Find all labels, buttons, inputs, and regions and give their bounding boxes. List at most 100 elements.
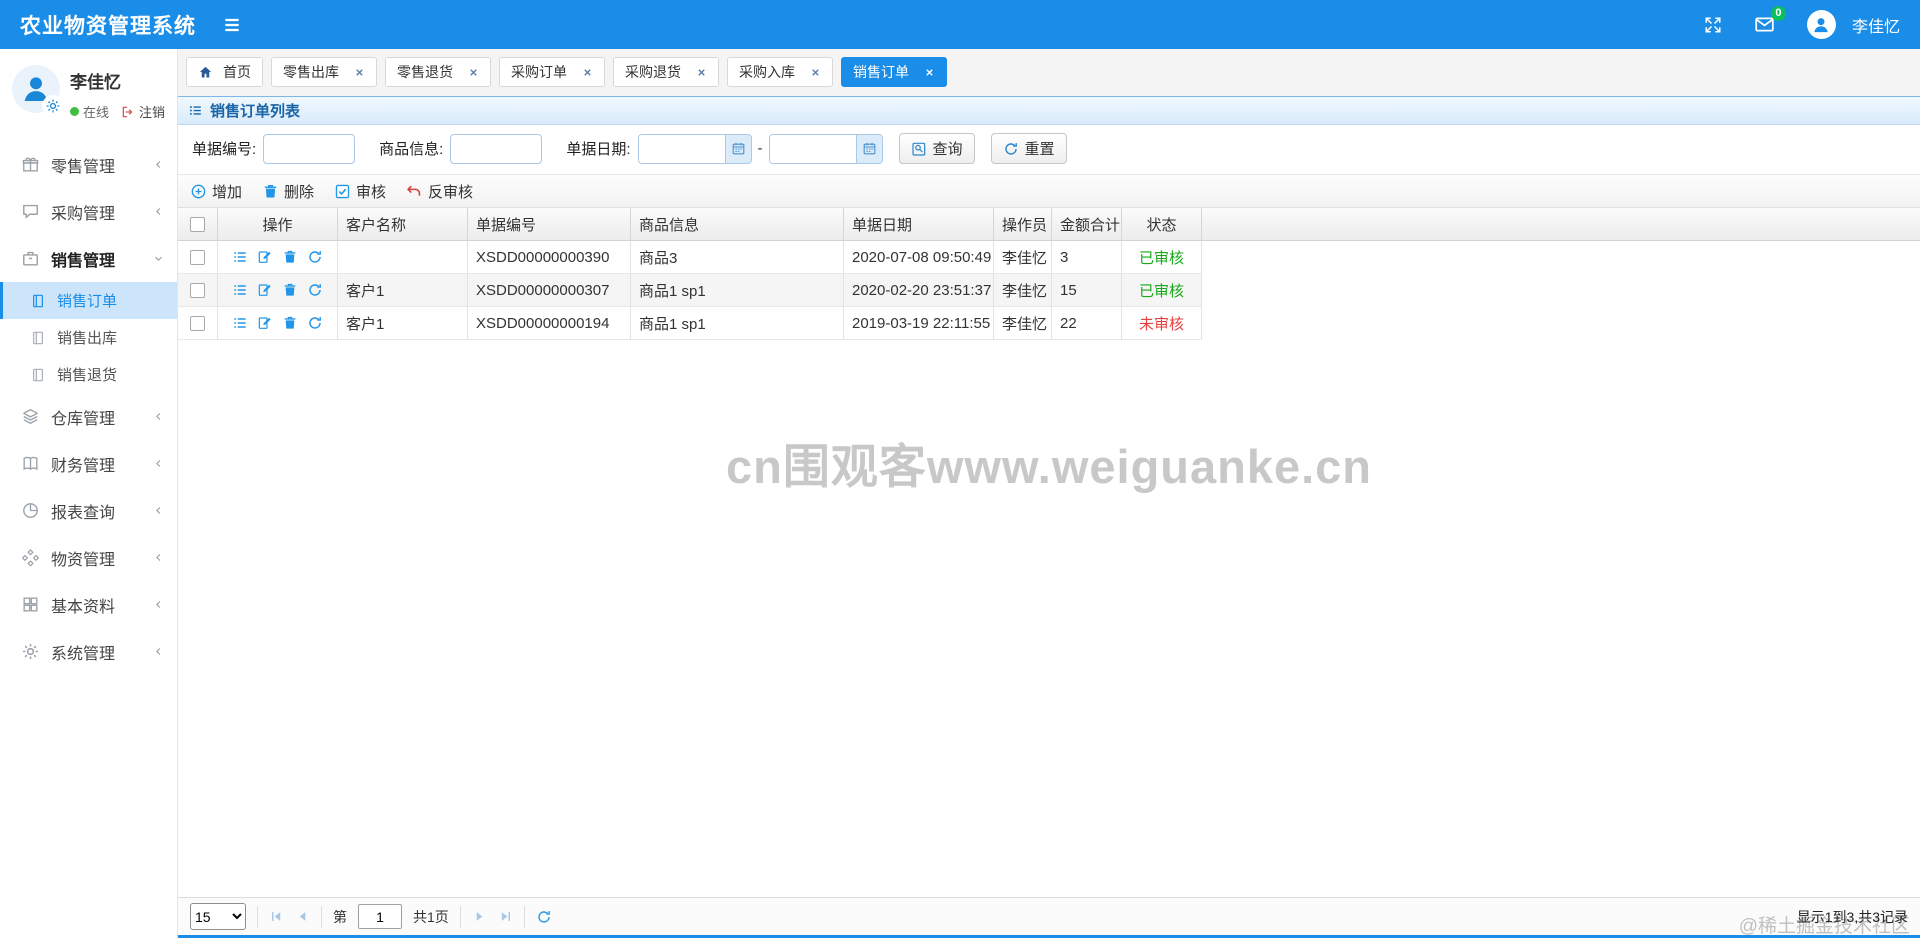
- cell-date: 2020-07-08 09:50:49: [844, 241, 994, 273]
- logout-link[interactable]: 注销: [139, 102, 165, 121]
- close-icon[interactable]: [810, 67, 821, 78]
- detail-icon[interactable]: [232, 249, 248, 265]
- grid-header-row: 操作 客户名称 单据编号 商品信息 单据日期 操作员 金额合计 状态: [178, 208, 1920, 241]
- sidebar-item-sales-return[interactable]: 销售退货: [0, 356, 177, 393]
- sidebar-avatar: [12, 65, 64, 117]
- sidebar-item-system[interactable]: 系统管理: [0, 628, 177, 675]
- refresh-icon[interactable]: [307, 249, 323, 265]
- sidebar-item-warehouse[interactable]: 仓库管理: [0, 393, 177, 440]
- sidebar-item-purchase[interactable]: 采购管理: [0, 188, 177, 235]
- tab-purchase-inbound[interactable]: 采购入库: [727, 57, 833, 87]
- edit-icon[interactable]: [257, 249, 273, 265]
- cell-amount: 3: [1052, 241, 1122, 273]
- sidebar-item-sales-outbound[interactable]: 销售出库: [0, 319, 177, 356]
- trash-icon[interactable]: [282, 249, 298, 265]
- close-icon[interactable]: [468, 67, 479, 78]
- detail-icon[interactable]: [232, 315, 248, 331]
- column-header-order-no[interactable]: 单据编号: [468, 208, 631, 240]
- row-checkbox[interactable]: [190, 249, 205, 265]
- refresh-icon[interactable]: [536, 909, 552, 925]
- page-number-input[interactable]: [358, 904, 402, 929]
- sidebar-item-basic-data[interactable]: 基本资料: [0, 581, 177, 628]
- order-no-input[interactable]: [263, 133, 356, 164]
- next-page-icon[interactable]: [472, 909, 487, 924]
- tab-retail-return[interactable]: 零售退货: [385, 57, 491, 87]
- document-icon: [28, 330, 48, 346]
- tab-purchase-return[interactable]: 采购退货: [613, 57, 719, 87]
- column-header-operator[interactable]: 操作员: [994, 208, 1052, 240]
- select-all-checkbox[interactable]: [190, 216, 205, 232]
- trash-icon[interactable]: [282, 315, 298, 331]
- column-header-customer[interactable]: 客户名称: [338, 208, 468, 240]
- column-header-date[interactable]: 单据日期: [844, 208, 994, 240]
- column-header-product[interactable]: 商品信息: [631, 208, 844, 240]
- sidebar-item-retail[interactable]: 零售管理: [0, 141, 177, 188]
- column-header-amount[interactable]: 金额合计: [1052, 208, 1122, 240]
- table-row[interactable]: XSDD00000000390 商品3 2020-07-08 09:50:49 …: [178, 241, 1202, 274]
- search-button[interactable]: 查询: [898, 133, 975, 164]
- cell-customer: [338, 241, 468, 273]
- column-header-actions[interactable]: 操作: [218, 208, 338, 240]
- calendar-icon[interactable]: [855, 134, 882, 163]
- book-icon: [20, 454, 40, 473]
- refresh-icon[interactable]: [307, 282, 323, 298]
- menu-toggle-icon[interactable]: [222, 15, 242, 35]
- order-no-label: 单据编号:: [192, 141, 257, 158]
- reset-button[interactable]: 重置: [990, 133, 1067, 164]
- chevron-down-icon: [152, 252, 165, 265]
- chevron-left-icon: [152, 598, 165, 611]
- fullscreen-icon[interactable]: [1704, 16, 1722, 34]
- cell-amount: 15: [1052, 274, 1122, 306]
- detail-icon[interactable]: [232, 282, 248, 298]
- table-row[interactable]: 客户1 XSDD00000000307 商品1 sp1 2020-02-20 2…: [178, 274, 1202, 307]
- delete-button[interactable]: 删除: [262, 181, 314, 202]
- tab-sales-order[interactable]: 销售订单: [841, 57, 947, 87]
- unread-badge: 0: [1770, 6, 1786, 21]
- chevron-left-icon: [152, 645, 165, 658]
- close-icon[interactable]: [582, 67, 593, 78]
- messages-icon[interactable]: 0: [1754, 6, 1786, 35]
- topbar-username[interactable]: 李佳忆: [1852, 13, 1900, 37]
- page-size-select[interactable]: 15: [190, 903, 246, 930]
- product-info-input[interactable]: [450, 133, 543, 164]
- pagination-bar: 15 第 共1页 @稀土掘金技术社区 显示1到3,共3记录: [178, 897, 1920, 937]
- topbar: 农业物资管理系统 0 李佳忆: [0, 0, 1920, 49]
- column-header-status[interactable]: 状态: [1122, 208, 1202, 240]
- audit-button[interactable]: 审核: [334, 181, 386, 202]
- chevron-left-icon: [152, 410, 165, 423]
- sidebar-item-sales[interactable]: 销售管理: [0, 235, 177, 282]
- unaudit-button[interactable]: 反审核: [406, 181, 473, 202]
- tab-home[interactable]: 首页: [186, 57, 263, 87]
- user-avatar[interactable]: [1806, 10, 1836, 39]
- table-row[interactable]: 客户1 XSDD00000000194 商品1 sp1 2019-03-19 2…: [178, 307, 1202, 340]
- first-page-icon[interactable]: [269, 909, 284, 924]
- close-icon[interactable]: [924, 67, 935, 78]
- row-checkbox[interactable]: [190, 282, 205, 298]
- trash-icon[interactable]: [282, 282, 298, 298]
- date-from-input[interactable]: [638, 134, 725, 163]
- close-icon[interactable]: [696, 67, 707, 78]
- edit-icon[interactable]: [257, 315, 273, 331]
- chevron-left-icon: [152, 205, 165, 218]
- date-to-input[interactable]: [769, 134, 856, 163]
- sidebar-item-finance[interactable]: 财务管理: [0, 440, 177, 487]
- sidebar-item-reports[interactable]: 报表查询: [0, 487, 177, 534]
- tab-retail-outbound[interactable]: 零售出库: [271, 57, 377, 87]
- sidebar-item-sales-order[interactable]: 销售订单: [0, 282, 177, 319]
- close-icon[interactable]: [354, 67, 365, 78]
- sidebar-item-materials[interactable]: 物资管理: [0, 534, 177, 581]
- add-button[interactable]: 增加: [190, 181, 242, 202]
- logout-icon[interactable]: [121, 105, 135, 119]
- tab-purchase-order[interactable]: 采购订单: [499, 57, 605, 87]
- date-label: 单据日期:: [566, 141, 631, 158]
- list-icon: [188, 103, 203, 118]
- row-checkbox[interactable]: [190, 315, 205, 331]
- refresh-icon[interactable]: [307, 315, 323, 331]
- calendar-icon[interactable]: [724, 134, 751, 163]
- prev-page-icon[interactable]: [295, 909, 310, 924]
- edit-icon[interactable]: [257, 282, 273, 298]
- cell-product: 商品1 sp1: [631, 307, 844, 339]
- chevron-left-icon: [152, 158, 165, 171]
- last-page-icon[interactable]: [498, 909, 513, 924]
- status-badge: 已审核: [1122, 241, 1202, 273]
